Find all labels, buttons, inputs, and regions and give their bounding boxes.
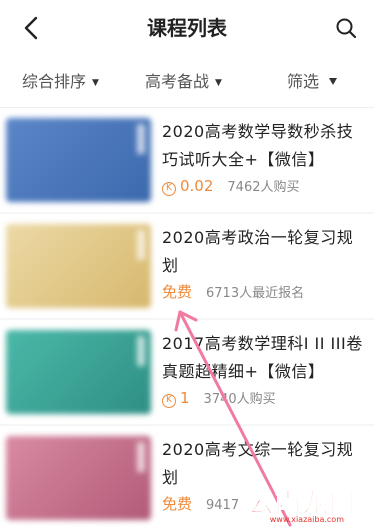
course-thumbnail [6, 118, 151, 202]
sort-filter-label: 综合排序 [22, 72, 87, 91]
search-icon[interactable] [334, 16, 358, 40]
dropdown-triangle-icon: ▼ [215, 77, 222, 88]
course-item[interactable]: 2020高考数学导数秒杀技巧试听大全+【微信】 K 0.02 7462人购买 [0, 108, 374, 212]
coin-icon: K [162, 394, 176, 408]
course-stat: 3740人购买 [203, 392, 276, 407]
course-title: 2017高考数学理科I II III卷真题超精细+【微信】 [162, 334, 363, 381]
course-meta: K 0.02 7462人购买 [162, 176, 300, 198]
course-title: 2020高考政治一轮复习规划 [162, 228, 354, 275]
course-thumbnail [6, 436, 151, 520]
course-meta: 免费 6713人最近报名 [162, 282, 304, 304]
coin-icon: K [162, 182, 176, 196]
page-title: 课程列表 [147, 16, 227, 40]
category-filter[interactable]: 高考备战 ▼ [145, 70, 222, 95]
top-bar: 课程列表 [0, 0, 374, 56]
sort-filter[interactable]: 综合排序 ▼ [22, 70, 99, 95]
course-price: K1 [162, 389, 190, 408]
course-meta: K 1 3740人购买 [162, 388, 276, 410]
course-stat: 6713人最近报名 [206, 286, 305, 301]
course-price: 免费 [162, 283, 193, 301]
category-filter-label: 高考备战 [145, 72, 210, 91]
watermark-url: www.xiazaiba.com [269, 515, 344, 524]
course-stat: 7462人购买 [227, 180, 300, 195]
course-price: K 0.02 [162, 177, 213, 196]
dropdown-triangle-icon: ▼ [92, 77, 99, 88]
course-list: 2020高考数学导数秒杀技巧试听大全+【微信】 K 0.02 7462人购买 202… [0, 108, 374, 530]
course-meta: 免费 9417 [162, 494, 239, 516]
funnel-icon [329, 78, 338, 85]
course-price: 免费 [162, 495, 193, 513]
course-item[interactable]: 2017高考数学理科I II III卷真题超精细+【微信】 K 1 3740人购买 [0, 320, 374, 424]
course-thumbnail [6, 330, 151, 414]
screen-filter-label: 筛选 [287, 72, 320, 91]
filter-bar: 综合排序 ▼ 高考备战 ▼ 筛选 [0, 56, 374, 108]
course-item[interactable]: 2020高考政治一轮复习规划 免费 6713人最近报名 [0, 214, 374, 318]
course-title: 2020高考数学导数秒杀技巧试听大全+【微信】 [162, 122, 354, 169]
watermark: 云南龙网 www.xiazaiba.com [236, 484, 366, 525]
course-thumbnail [6, 224, 151, 308]
screen-filter[interactable]: 筛选 [287, 70, 338, 94]
course-stat: 9417 [206, 498, 240, 513]
